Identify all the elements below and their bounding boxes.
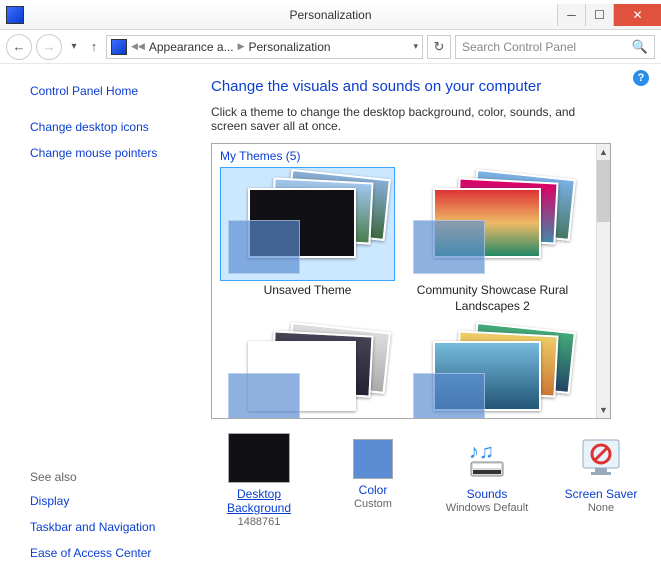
scroll-down-icon[interactable]: ▼ <box>597 402 610 418</box>
option-value: Windows Default <box>441 502 533 514</box>
window-title: Personalization <box>289 8 371 22</box>
option-label: Screen Saver <box>555 487 647 501</box>
see-also-label: See also <box>30 470 195 484</box>
option-label: Desktop Background <box>213 487 305 515</box>
theme-item[interactable]: Community Showcase Rural Landscapes 2 <box>405 167 580 314</box>
page-subtext: Click a theme to change the desktop back… <box>211 105 611 133</box>
help-icon[interactable]: ? <box>633 70 649 86</box>
title-bar: Personalization ─ ☐ ✕ <box>0 0 661 30</box>
scroll-thumb[interactable] <box>597 160 611 222</box>
desktop-background-option[interactable]: Desktop Background 1488761 <box>213 433 305 528</box>
display-link[interactable]: Display <box>30 494 195 508</box>
address-bar[interactable]: ◀◀ Appearance a... ▶ Personalization ▾ <box>106 35 423 59</box>
change-mouse-pointers-link[interactable]: Change mouse pointers <box>30 146 195 160</box>
left-nav: Control Panel Home Change desktop icons … <box>0 64 207 584</box>
theme-label: Unsaved Theme <box>220 283 395 299</box>
main-content: ? Change the visuals and sounds on your … <box>207 64 661 584</box>
change-desktop-icons-link[interactable]: Change desktop icons <box>30 120 195 134</box>
color-swatch-icon <box>353 439 393 479</box>
option-value: 1488761 <box>213 516 305 528</box>
search-input[interactable] <box>462 40 632 54</box>
theme-item[interactable] <box>405 320 580 419</box>
address-dropdown-icon[interactable]: ▾ <box>413 41 418 52</box>
history-dropdown[interactable]: ▾ <box>66 34 82 60</box>
theme-list: My Themes (5) Unsaved Theme Community Sh… <box>211 143 611 419</box>
ease-of-access-link[interactable]: Ease of Access Center <box>30 546 195 560</box>
minimize-button[interactable]: ─ <box>557 4 585 26</box>
close-button[interactable]: ✕ <box>613 4 661 26</box>
page-heading: Change the visuals and sounds on your co… <box>211 78 647 95</box>
option-value: None <box>555 502 647 514</box>
theme-group-label: My Themes (5) <box>212 144 610 165</box>
sounds-option[interactable]: ♪♫ Sounds Windows Default <box>441 433 533 528</box>
breadcrumb-segment[interactable]: Personalization <box>249 40 331 54</box>
up-button[interactable]: ↑ <box>86 34 102 60</box>
screen-saver-option[interactable]: Screen Saver None <box>555 433 647 528</box>
scrollbar[interactable]: ▲ ▼ <box>596 144 610 418</box>
color-option[interactable]: Color Custom <box>327 433 419 528</box>
scroll-up-icon[interactable]: ▲ <box>597 144 610 160</box>
screen-saver-icon <box>570 433 632 483</box>
search-box[interactable]: 🔍 <box>455 35 655 59</box>
option-label: Sounds <box>441 487 533 501</box>
back-button[interactable]: ← <box>6 34 32 60</box>
search-icon: 🔍 <box>632 39 648 55</box>
option-label: Color <box>327 483 419 497</box>
control-panel-home-link[interactable]: Control Panel Home <box>30 84 195 98</box>
desktop-background-icon <box>228 433 290 483</box>
chevron-right-icon: ▶ <box>238 41 245 52</box>
theme-item[interactable]: Unsaved Theme <box>220 167 395 314</box>
forward-button[interactable]: → <box>36 34 62 60</box>
maximize-button[interactable]: ☐ <box>585 4 613 26</box>
breadcrumb-segment[interactable]: Appearance a... <box>149 40 234 54</box>
app-icon <box>6 6 24 24</box>
breadcrumb-separator-icon: ◀◀ <box>131 41 145 52</box>
location-icon <box>111 39 127 55</box>
theme-item[interactable] <box>220 320 395 419</box>
theme-label: Community Showcase Rural Landscapes 2 <box>405 283 580 314</box>
refresh-button[interactable]: ↻ <box>427 35 451 59</box>
svg-text:♪♫: ♪♫ <box>469 441 494 463</box>
nav-bar: ← → ▾ ↑ ◀◀ Appearance a... ▶ Personaliza… <box>0 30 661 64</box>
taskbar-navigation-link[interactable]: Taskbar and Navigation <box>30 520 195 534</box>
sounds-icon: ♪♫ <box>456 433 518 483</box>
option-value: Custom <box>327 498 419 510</box>
bottom-options: Desktop Background 1488761 Color Custom … <box>211 433 647 528</box>
